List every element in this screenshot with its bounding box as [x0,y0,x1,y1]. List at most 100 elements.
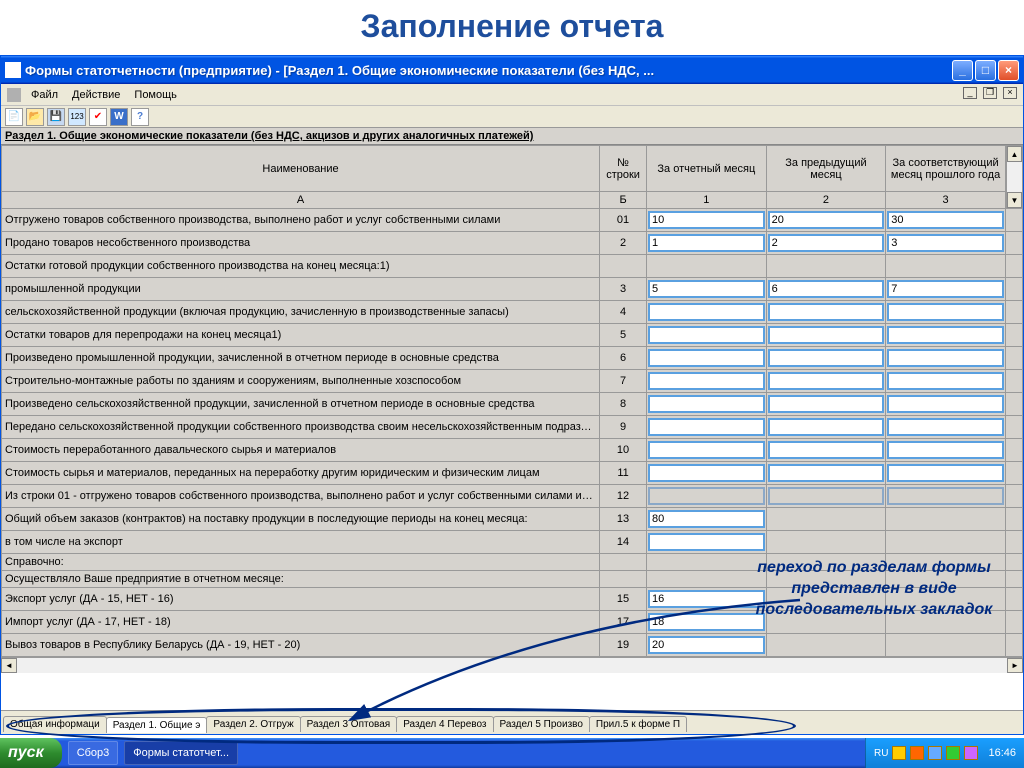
value-input[interactable] [887,372,1004,390]
value-input[interactable] [648,441,765,459]
mdi-close[interactable]: × [1003,87,1017,99]
minimize-button[interactable]: _ [952,60,973,81]
value-input[interactable] [648,303,765,321]
vertical-scrollbar[interactable]: ▲▼ [1006,146,1022,208]
sub-a: А [2,192,600,209]
value-input[interactable] [887,441,1004,459]
language-indicator[interactable]: RU [874,748,888,759]
tab[interactable]: Раздел 4 Перевоз [396,716,493,732]
cell [766,255,886,278]
value-input[interactable] [768,441,885,459]
row-number: 14 [600,531,647,554]
menu-action[interactable]: Действие [72,89,120,101]
value-input[interactable] [887,234,1004,252]
value-input[interactable] [768,395,885,413]
tray-icon[interactable] [928,746,942,760]
menu-file[interactable]: Файл [31,89,58,101]
value-input[interactable] [768,211,885,229]
tb-check-icon[interactable]: ✔ [89,108,107,126]
maximize-button[interactable]: □ [975,60,996,81]
row-number: 4 [600,301,647,324]
value-input[interactable] [887,349,1004,367]
cell [766,439,886,462]
value-input[interactable] [768,280,885,298]
tab[interactable]: Раздел 1. Общие э [106,717,208,733]
tb-help-icon[interactable]: ? [131,108,149,126]
value-input[interactable] [648,510,765,528]
table-row: Произведено промышленной продукции, зачи… [2,347,1023,370]
value-input[interactable] [648,418,765,436]
row-number: 3 [600,278,647,301]
cell [886,439,1006,462]
value-input[interactable] [648,613,765,631]
value-input[interactable] [648,464,765,482]
value-input[interactable] [887,395,1004,413]
value-input[interactable] [648,590,765,608]
tb-open-icon[interactable]: 📂 [26,108,44,126]
value-input[interactable] [887,418,1004,436]
row-number: 19 [600,634,647,657]
taskbar-item-2[interactable]: Формы статотчет... [124,741,238,765]
tb-save-icon[interactable]: 💾 [47,108,65,126]
clock[interactable]: 16:46 [988,747,1016,759]
mdi-restore[interactable]: ❐ [983,87,997,99]
row-name: Из строки 01 - отгружено товаров собстве… [2,485,600,508]
tab[interactable]: Раздел 5 Произво [493,716,590,732]
value-input[interactable] [887,303,1004,321]
tb-123-icon[interactable]: 123 [68,108,86,126]
cell [886,278,1006,301]
tb-new-icon[interactable]: 📄 [5,108,23,126]
row-name: Справочно: [2,554,600,571]
value-input[interactable] [768,418,885,436]
value-input[interactable] [768,349,885,367]
cell [647,571,767,588]
close-button[interactable]: × [998,60,1019,81]
value-input[interactable] [887,464,1004,482]
tray-icon[interactable] [910,746,924,760]
tray-icon[interactable] [892,746,906,760]
value-input[interactable] [648,326,765,344]
cell [766,531,886,554]
tab[interactable]: Общая информаци [3,716,107,732]
value-input[interactable] [648,372,765,390]
col-2: За предыдущий месяц [766,146,886,192]
value-input[interactable] [648,395,765,413]
menu-help[interactable]: Помощь [134,89,177,101]
cell [766,232,886,255]
cell [886,370,1006,393]
value-input[interactable] [887,211,1004,229]
value-input[interactable] [887,326,1004,344]
cell [647,485,767,508]
horizontal-scrollbar[interactable]: ◄► [1,657,1023,673]
cell [886,634,1006,657]
tab[interactable]: Прил.5 к форме П [589,716,687,732]
value-input[interactable] [648,533,765,551]
sub-3: 3 [886,192,1006,209]
cell [766,485,886,508]
value-input[interactable] [768,464,885,482]
start-button[interactable]: пуск [0,738,62,768]
cell [886,416,1006,439]
row-number [600,554,647,571]
tray-icon[interactable] [964,746,978,760]
mdi-minimize[interactable]: _ [963,87,977,99]
tab[interactable]: Раздел 3 Оптовая [300,716,398,732]
tab[interactable]: Раздел 2. Отгруж [206,716,300,732]
value-input[interactable] [768,326,885,344]
value-input[interactable] [768,303,885,321]
value-input[interactable] [648,234,765,252]
tray-icon[interactable] [946,746,960,760]
row-name: сельскохозяйственной продукции (включая … [2,301,600,324]
taskbar-item-1[interactable]: Сбор3 [68,741,119,765]
cell [886,531,1006,554]
value-input[interactable] [648,349,765,367]
value-input[interactable] [648,636,765,654]
row-number: 11 [600,462,647,485]
cell [647,324,767,347]
value-input[interactable] [887,280,1004,298]
value-input[interactable] [768,372,885,390]
value-input[interactable] [648,211,765,229]
tb-word-icon[interactable]: W [110,108,128,126]
value-input[interactable] [648,280,765,298]
value-input[interactable] [768,234,885,252]
